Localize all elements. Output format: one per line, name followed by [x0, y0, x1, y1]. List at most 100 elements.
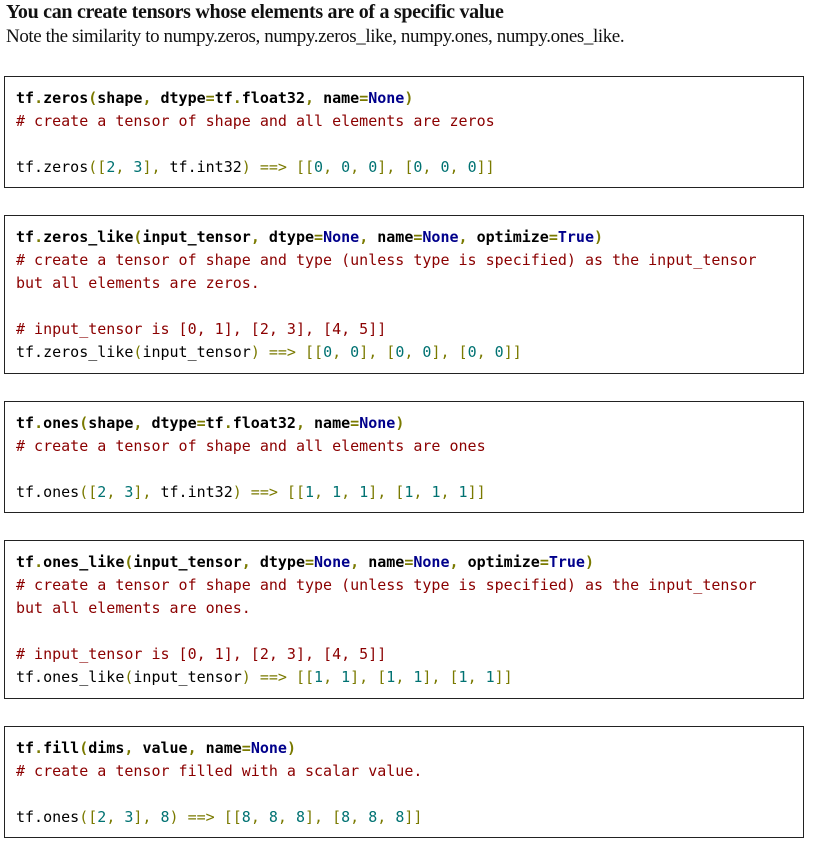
code-line: tf.zeros_like(input_tensor, dtype=None, … [16, 226, 803, 249]
code-token: ([ [79, 483, 98, 501]
code-token: ) [395, 414, 405, 432]
code-token: # input_tensor is [0, 1], [2, 3], [4, 5]… [16, 320, 387, 338]
code-token: , [341, 483, 360, 501]
code-token: tf [16, 739, 35, 757]
code-token: 8 [295, 808, 305, 826]
code-token: but all elements are ones. [16, 599, 251, 617]
code-token: dtype [151, 414, 197, 432]
code-token: name [377, 228, 414, 246]
code-token: tf.zeros_like [16, 343, 134, 361]
code-token: optimize [476, 228, 549, 246]
code-block-fill: tf.fill(dims, value, name=None) # create … [4, 726, 804, 838]
code-token: , [413, 483, 432, 501]
code-token: , [350, 808, 369, 826]
code-token: None [314, 553, 351, 571]
code-token: shape [88, 414, 134, 432]
code-line: tf.zeros(shape, dtype=tf.float32, name=N… [16, 87, 803, 110]
code-token: 0 [467, 158, 477, 176]
code-token: ]] [404, 808, 423, 826]
code-line: tf.ones([2, 3], 8) ==> [[8, 8, 8], [8, 8… [16, 806, 803, 829]
code-token: = [359, 89, 369, 107]
code-token: tf.ones_like [16, 668, 125, 686]
code-token: , [133, 414, 152, 432]
code-line: # input_tensor is [0, 1], [2, 3], [4, 5]… [16, 318, 803, 341]
code-token: ) [594, 228, 604, 246]
code-token: , [305, 89, 324, 107]
code-line: tf.ones([2, 3], tf.int32) ==> [[1, 1, 1]… [16, 481, 803, 504]
code-token: tf [205, 414, 224, 432]
code-token: , [124, 739, 143, 757]
code-token: None [323, 228, 360, 246]
code-token: 8 [241, 808, 251, 826]
code-token: name [368, 553, 405, 571]
code-token: , [295, 414, 315, 432]
code-token: 8 [160, 808, 170, 826]
code-token: 8 [395, 808, 405, 826]
code-token: , [250, 228, 269, 246]
code-token: . [232, 89, 242, 107]
code-token: , [115, 158, 134, 176]
code-token: 0 [341, 158, 351, 176]
code-token: , [187, 739, 206, 757]
code-token: , [449, 158, 468, 176]
code-token: ], [ [377, 158, 414, 176]
code-token: , [332, 343, 351, 361]
code-line: # input_tensor is [0, 1], [2, 3], [4, 5]… [16, 643, 803, 666]
code-token: dtype [268, 228, 315, 246]
code-token: . [34, 553, 44, 571]
code-token: , [314, 483, 333, 501]
code-token: input_tensor [142, 343, 251, 361]
code-token: shape [97, 89, 143, 107]
code-token: tf.ones [16, 483, 80, 501]
code-line: tf.zeros_like(input_tensor) ==> [[0, 0],… [16, 341, 803, 364]
code-token: # create a tensor of shape and all eleme… [16, 437, 486, 455]
code-token: optimize [467, 553, 540, 571]
code-token: 1 [458, 668, 468, 686]
code-token: ], [ [359, 343, 396, 361]
code-token: ]] [503, 343, 522, 361]
code-token: , [323, 668, 342, 686]
code-token: 8 [341, 808, 351, 826]
code-token: ) [584, 553, 594, 571]
code-token: = [539, 553, 549, 571]
code-token: , [142, 89, 161, 107]
code-token: ], [ [422, 668, 459, 686]
code-line: tf.ones(shape, dtype=tf.float32, name=No… [16, 412, 803, 435]
code-token: input_tensor [142, 228, 251, 246]
code-token: , [106, 483, 125, 501]
code-token: = [314, 228, 324, 246]
code-block-zeros-like: tf.zeros_like(input_tensor, dtype=None, … [4, 215, 804, 374]
code-token: float32 [241, 89, 305, 107]
code-token: , [377, 808, 396, 826]
code-token: ], [ [368, 483, 405, 501]
code-line: # create a tensor of shape and type (unl… [16, 574, 803, 597]
code-token: 0 [350, 343, 360, 361]
code-token: tf.int32 [160, 483, 233, 501]
code-token: 0 [494, 343, 504, 361]
code-token: ) [286, 739, 296, 757]
code-token: = [350, 414, 360, 432]
code-token: = [241, 739, 251, 757]
code-token: = [205, 89, 215, 107]
code-token: dims [88, 739, 125, 757]
code-block-ones: tf.ones(shape, dtype=tf.float32, name=No… [4, 401, 804, 513]
code-token: True [548, 553, 585, 571]
code-line: but all elements are zeros. [16, 272, 803, 295]
code-token: 2 [106, 158, 116, 176]
code-token: tf [16, 89, 35, 107]
code-token: ], [133, 483, 161, 501]
code-line: # create a tensor of shape and all eleme… [16, 110, 803, 133]
code-token: , [106, 808, 125, 826]
code-token: tf.zeros [16, 158, 89, 176]
code-token: ) ==> [[ [241, 158, 315, 176]
code-token: 1 [332, 483, 342, 501]
code-token: zeros_like [43, 228, 134, 246]
code-token: , [395, 668, 414, 686]
code-token: ) ==> [[ [241, 668, 315, 686]
code-token: ( [79, 414, 89, 432]
code-token: value [142, 739, 188, 757]
code-token: ([ [79, 808, 98, 826]
